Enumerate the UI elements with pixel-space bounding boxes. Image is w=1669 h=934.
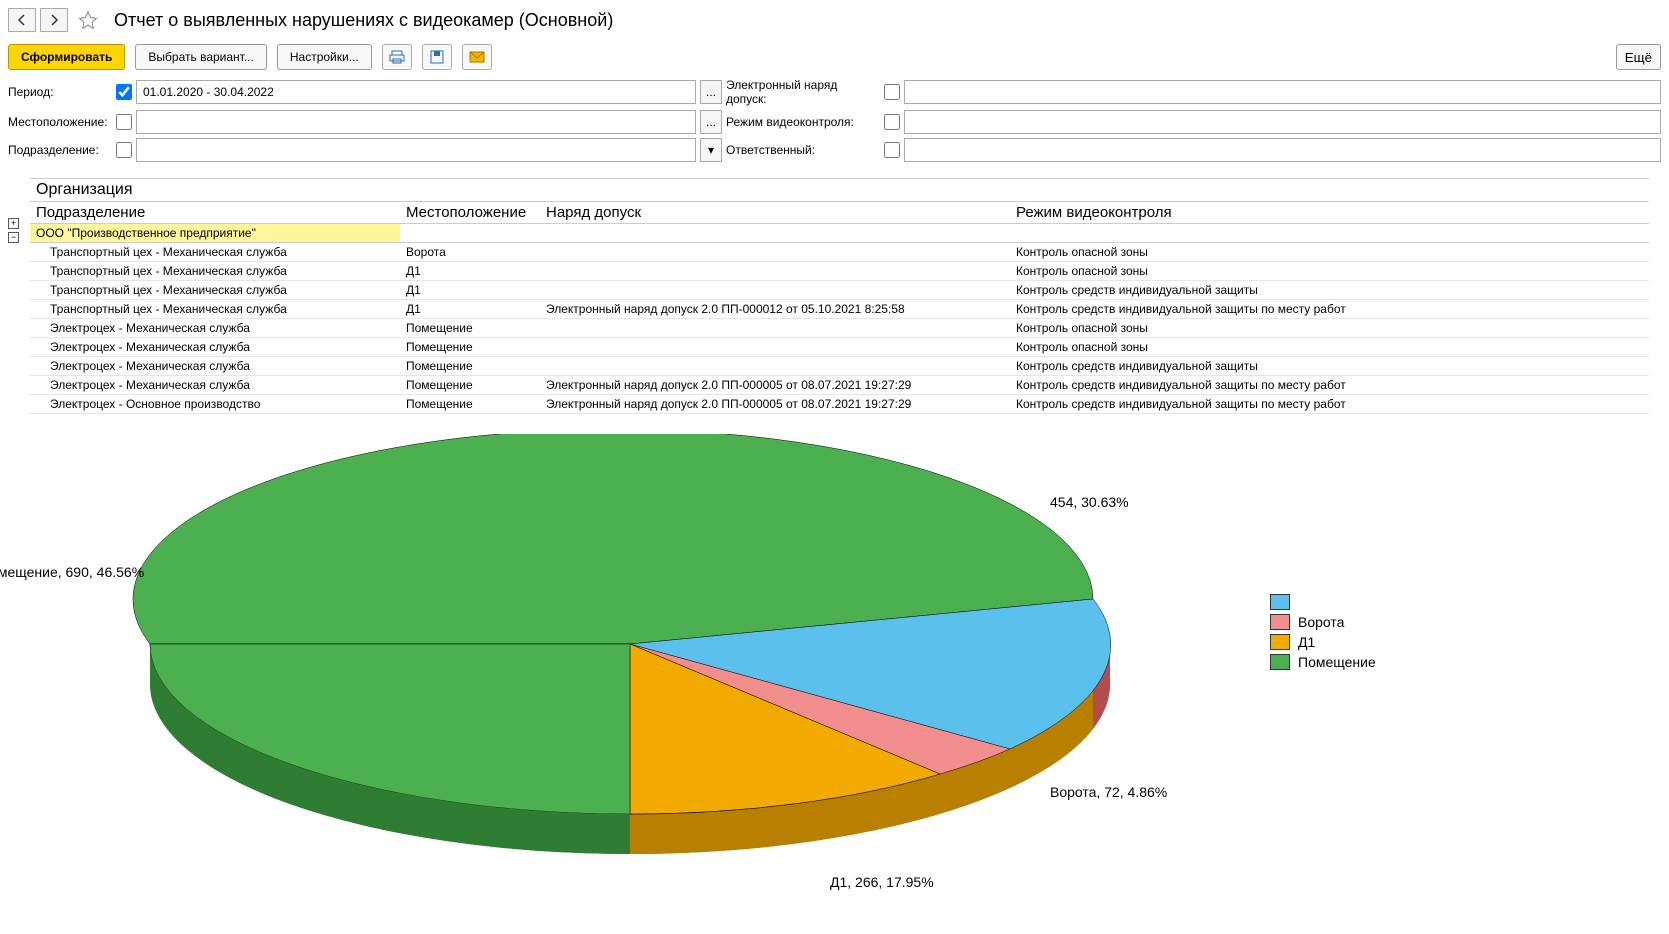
location-checkbox[interactable] [116, 114, 132, 130]
nav-forward-button[interactable] [40, 8, 68, 32]
email-button[interactable] [462, 44, 492, 70]
chart-label-vorota: Ворота, 72, 4.86% [1050, 784, 1167, 800]
col-mode: Режим видеоконтроля [1010, 202, 1649, 224]
table-row[interactable]: Транспортный цех - Механическая службаД1… [30, 300, 1649, 319]
settings-button[interactable]: Настройки... [277, 44, 372, 70]
period-checkbox[interactable] [116, 84, 132, 100]
division-dropdown-button[interactable]: ▾ [700, 138, 722, 162]
expand-all-button[interactable]: + [8, 218, 19, 229]
videomode-checkbox[interactable] [884, 114, 900, 130]
chart-label-d1: Д1, 266, 17.95% [830, 874, 934, 890]
location-input[interactable] [136, 110, 696, 134]
nav-back-button[interactable] [8, 8, 36, 32]
responsible-label: Ответственный: [726, 143, 876, 157]
pie-chart: 454, 30.63% Ворота, 72, 4.86% Д1, 266, 1… [30, 434, 1230, 917]
col-permit: Наряд допуск [540, 202, 1010, 224]
col-division: Подразделение [30, 202, 400, 224]
location-label: Местоположение: [8, 115, 108, 129]
epermit-input[interactable] [904, 80, 1661, 104]
legend-swatch-pom [1270, 654, 1290, 670]
generate-button[interactable]: Сформировать [8, 44, 125, 70]
page-title: Отчет о выявленных нарушениях с видеокам… [114, 10, 613, 31]
org-header: Организация [30, 179, 1649, 202]
division-checkbox[interactable] [116, 142, 132, 158]
legend-label-pom: Помещение [1298, 654, 1376, 670]
chart-label-blank: 454, 30.63% [1050, 494, 1129, 510]
videomode-label: Режим видеоконтроля: [726, 115, 876, 129]
location-picker-button[interactable]: ... [700, 110, 722, 134]
division-label: Подразделение: [8, 143, 108, 157]
legend-swatch-vorota [1270, 614, 1290, 630]
legend-swatch-blank [1270, 594, 1290, 610]
col-location: Местоположение [400, 202, 540, 224]
print-button[interactable] [382, 44, 412, 70]
legend-label-vorota: Ворота [1298, 614, 1344, 630]
table-row[interactable]: Электроцех - Механическая службаПомещени… [30, 338, 1649, 357]
division-input[interactable] [136, 138, 696, 162]
table-row[interactable]: Транспортный цех - Механическая службаД1… [30, 281, 1649, 300]
epermit-label: Электронный наряд допуск: [726, 78, 876, 106]
period-input[interactable] [136, 80, 696, 104]
table-row[interactable]: Транспортный цех - Механическая службаД1… [30, 262, 1649, 281]
table-row[interactable]: Электроцех - Основное производствоПомеще… [30, 395, 1649, 414]
responsible-input[interactable] [904, 138, 1661, 162]
table-row[interactable]: Транспортный цех - Механическая службаВо… [30, 243, 1649, 262]
chart-legend: Ворота Д1 Помещение [1270, 594, 1376, 674]
favorite-star-icon[interactable] [78, 10, 98, 30]
legend-swatch-d1 [1270, 634, 1290, 650]
more-button[interactable]: Ещё [1616, 44, 1661, 70]
table-row[interactable]: Электроцех - Механическая службаПомещени… [30, 319, 1649, 338]
chart-label-pom: Помещение, 690, 46.56% [0, 564, 144, 580]
collapse-button[interactable]: − [8, 232, 19, 243]
org-name-cell[interactable]: ООО "Производственное предприятие" [30, 224, 1649, 243]
choose-variant-button[interactable]: Выбрать вариант... [135, 44, 266, 70]
save-button[interactable] [422, 44, 452, 70]
responsible-checkbox[interactable] [884, 142, 900, 158]
report-table: Организация Подразделение Местоположение… [30, 178, 1649, 414]
legend-label-d1: Д1 [1298, 634, 1315, 650]
period-picker-button[interactable]: ... [700, 80, 722, 104]
videomode-input[interactable] [904, 110, 1661, 134]
period-label: Период: [8, 85, 108, 99]
table-row[interactable]: Электроцех - Механическая службаПомещени… [30, 357, 1649, 376]
table-row[interactable]: Электроцех - Механическая службаПомещени… [30, 376, 1649, 395]
epermit-checkbox[interactable] [884, 84, 900, 100]
